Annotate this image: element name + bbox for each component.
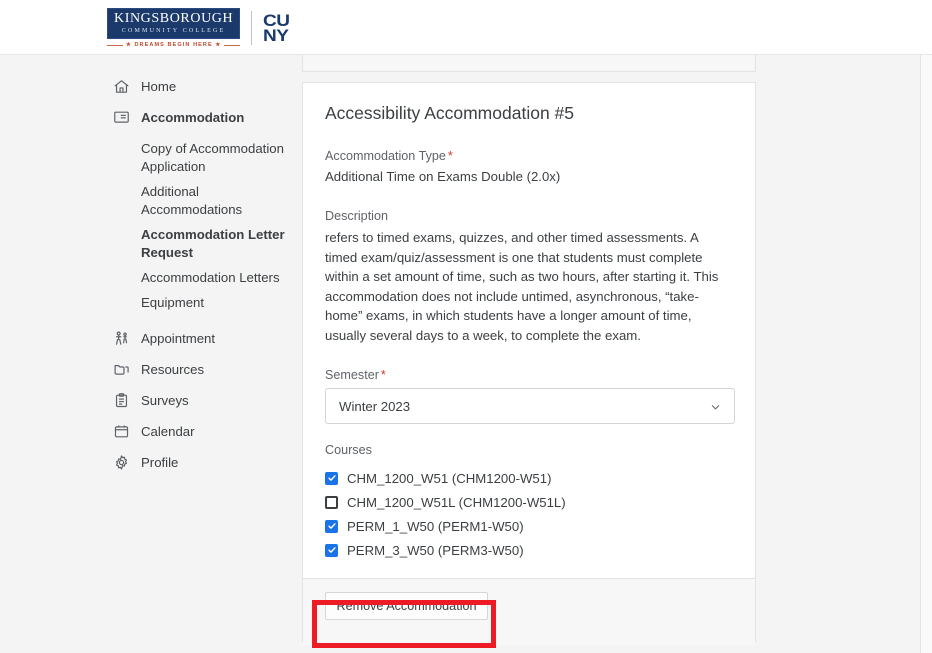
kingsborough-logo[interactable]: KINGSBOROUGH COMMUNITY COLLEGE ★ DREAMS … xyxy=(107,8,241,48)
app-root: KINGSBOROUGH COMMUNITY COLLEGE ★ DREAMS … xyxy=(0,0,932,653)
course-checkbox-row[interactable]: PERM_1_W50 (PERM1-W50) xyxy=(325,514,733,538)
sidebar-item-surveys[interactable]: Surveys xyxy=(95,385,300,416)
clipboard-icon xyxy=(112,392,130,410)
sidebar-subitem-copy-of-accommodation-application[interactable]: Copy of Accommodation Application xyxy=(95,140,300,176)
sidebar-item-label: Home xyxy=(141,79,177,94)
accommodation-icon xyxy=(112,109,130,127)
checkbox-checked-icon[interactable] xyxy=(325,519,338,533)
accommodation-type-label-text: Accommodation Type xyxy=(325,149,446,163)
sidebar-item-accommodation[interactable]: Accommodation xyxy=(95,102,300,133)
main-content: Accessibility Accommodation #5 Accommoda… xyxy=(302,29,756,653)
course-checkbox-row[interactable]: CHM_1200_W51L (CHM1200-W51L) xyxy=(325,490,733,514)
required-marker: * xyxy=(380,368,386,382)
sidebar-item-label: Accommodation xyxy=(141,110,245,125)
semester-label: Semester * xyxy=(325,367,733,383)
accommodation-type-label: Accommodation Type * xyxy=(325,148,733,164)
required-marker: * xyxy=(447,149,453,163)
tagline-rule-left xyxy=(107,44,123,46)
checkbox-checked-icon[interactable] xyxy=(325,543,338,557)
description-label: Description xyxy=(325,209,388,223)
checkbox-unchecked-icon[interactable] xyxy=(325,495,338,509)
gear-icon xyxy=(112,454,130,472)
sidebar-item-label: Profile xyxy=(141,455,179,470)
accommodation-card: Accessibility Accommodation #5 Accommoda… xyxy=(302,82,756,645)
chevron-down-icon xyxy=(710,401,721,412)
logo-divider xyxy=(251,11,253,45)
semester-select[interactable]: Winter 2023 xyxy=(325,388,735,424)
tagline-text: ★ DREAMS BEGIN HERE ★ xyxy=(125,42,222,48)
course-label: PERM_1_W50 (PERM1-W50) xyxy=(347,518,524,534)
description-text: refers to timed exams, quizzes, and othe… xyxy=(325,230,719,343)
course-label: CHM_1200_W51 (CHM1200-W51) xyxy=(347,470,552,486)
logo-group[interactable]: KINGSBOROUGH COMMUNITY COLLEGE ★ DREAMS … xyxy=(107,7,290,49)
appointment-icon xyxy=(112,330,130,348)
sidebar-item-label: Calendar xyxy=(141,424,195,439)
sidebar-subitem-additional-accommodations[interactable]: Additional Accommodations xyxy=(95,183,300,219)
page-title: Accessibility Accommodation #5 xyxy=(325,103,574,123)
calendar-icon xyxy=(112,423,130,441)
course-checkbox-row[interactable]: PERM_3_W50 (PERM3-W50) xyxy=(325,538,733,562)
sidebar-item-calendar[interactable]: Calendar xyxy=(95,416,300,447)
accommodation-card-body: Accessibility Accommodation #5 Accommoda… xyxy=(303,83,755,578)
folder-icon xyxy=(112,361,130,379)
semester-label-text: Semester xyxy=(325,368,379,382)
sidebar-subitem-accommodation-letters[interactable]: Accommodation Letters xyxy=(95,269,300,287)
accommodation-card-footer: Remove Accommodation xyxy=(303,578,755,645)
sidebar-item-appointment[interactable]: Appointment xyxy=(95,323,300,354)
semester-selected-value: Winter 2023 xyxy=(339,398,411,414)
checkbox-checked-icon[interactable] xyxy=(325,471,338,485)
tagline-rule-right xyxy=(224,44,241,46)
sidebar-item-label: Resources xyxy=(141,362,205,377)
sidebar-subitem-equipment[interactable]: Equipment xyxy=(95,294,300,312)
sidebar-item-label: Appointment xyxy=(141,331,216,346)
accommodation-type-value: Additional Time on Exams Double (2.0x) xyxy=(325,169,561,184)
remove-accommodation-button[interactable]: Remove Accommodation xyxy=(325,592,488,620)
course-label: PERM_3_W50 (PERM3-W50) xyxy=(347,542,524,558)
sidebar-item-home[interactable]: Home xyxy=(95,71,300,102)
cuny-logo[interactable]: CU NY xyxy=(263,12,290,45)
sidebar-subitem-accommodation-letter-request[interactable]: Accommodation Letter Request xyxy=(95,226,300,262)
kingsborough-wordmark: KINGSBOROUGH COMMUNITY COLLEGE xyxy=(107,8,241,39)
kingsborough-tagline: ★ DREAMS BEGIN HERE ★ xyxy=(107,42,241,48)
right-gutter xyxy=(920,55,932,653)
kingsborough-name: KINGSBOROUGH xyxy=(114,11,234,26)
site-header: KINGSBOROUGH COMMUNITY COLLEGE ★ DREAMS … xyxy=(0,0,932,55)
sidebar-item-label: Surveys xyxy=(141,393,189,408)
cuny-line-2: NY xyxy=(263,26,289,45)
home-icon xyxy=(112,78,130,96)
sidebar-nav: Home Accommodation Copy of Accommodation… xyxy=(95,55,300,653)
courses-label: Courses xyxy=(325,443,372,457)
sidebar-item-resources[interactable]: Resources xyxy=(95,354,300,385)
sidebar-item-profile[interactable]: Profile xyxy=(95,447,300,478)
kingsborough-subtitle: COMMUNITY COLLEGE xyxy=(121,28,226,34)
course-label: CHM_1200_W51L (CHM1200-W51L) xyxy=(347,494,566,510)
course-checkbox-row[interactable]: CHM_1200_W51 (CHM1200-W51) xyxy=(325,466,733,490)
